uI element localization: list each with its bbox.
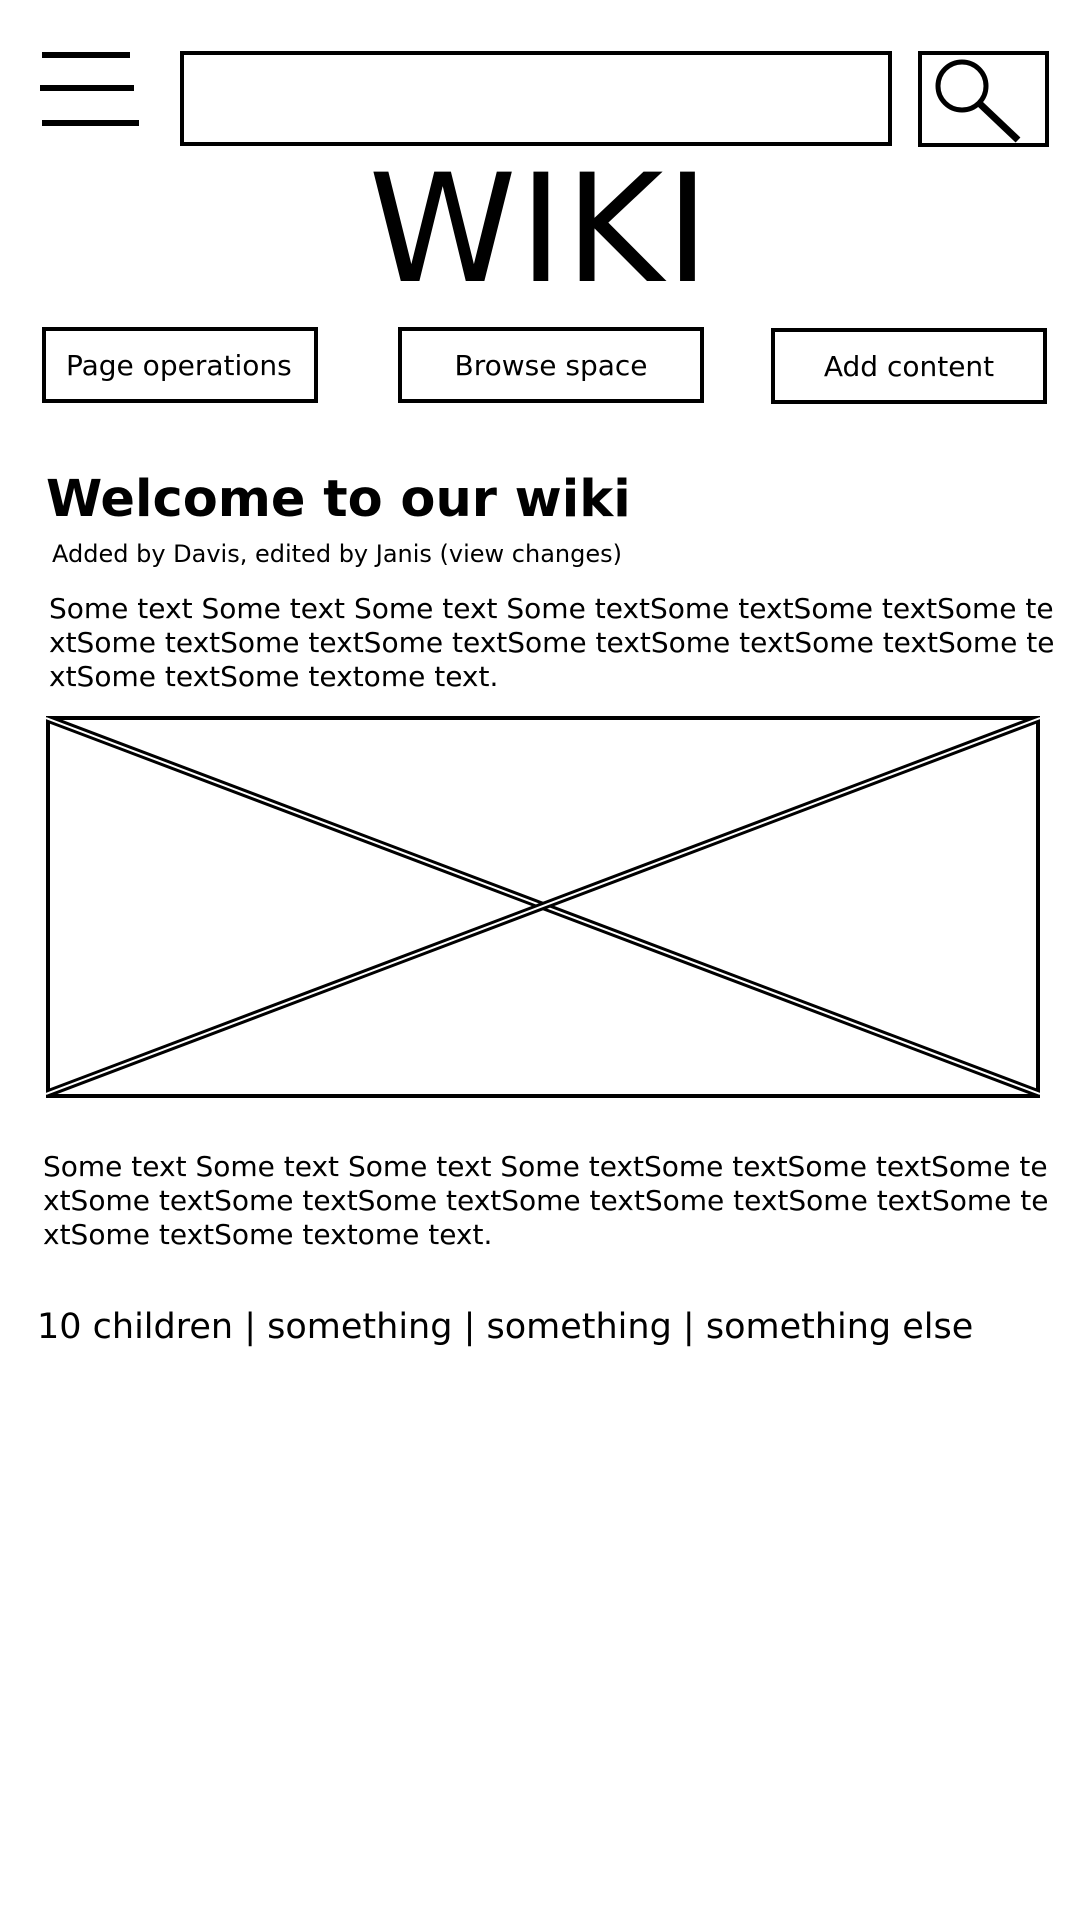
hamburger-menu-icon[interactable] — [40, 50, 140, 130]
menu-bar-top — [42, 52, 130, 58]
page-byline: Added by Davis, edited by Janis (view ch… — [52, 540, 622, 568]
browse-space-label: Browse space — [454, 348, 648, 382]
page-operations-button[interactable]: Page operations — [42, 327, 318, 403]
magnifier-icon — [935, 59, 1021, 143]
page-title: Welcome to our wiki — [46, 470, 631, 529]
search-button[interactable] — [918, 51, 1049, 147]
search-input[interactable] — [180, 51, 892, 146]
menu-bar-middle — [40, 85, 134, 91]
add-content-label: Add content — [823, 349, 995, 383]
browse-space-button[interactable]: Browse space — [398, 327, 704, 403]
paragraph-2: Some text Some text Some text Some textS… — [43, 1150, 1049, 1251]
page-footer-links[interactable]: 10 children | something | something | so… — [37, 1305, 1067, 1349]
menu-bar-bottom — [42, 120, 139, 126]
image-placeholder-icon — [46, 716, 1040, 1098]
wiki-logo: WIKI — [368, 143, 712, 317]
add-content-button[interactable]: Add content — [771, 328, 1047, 404]
paragraph-1: Some text Some text Some text Some textS… — [49, 592, 1055, 693]
page-operations-label: Page operations — [66, 348, 292, 382]
